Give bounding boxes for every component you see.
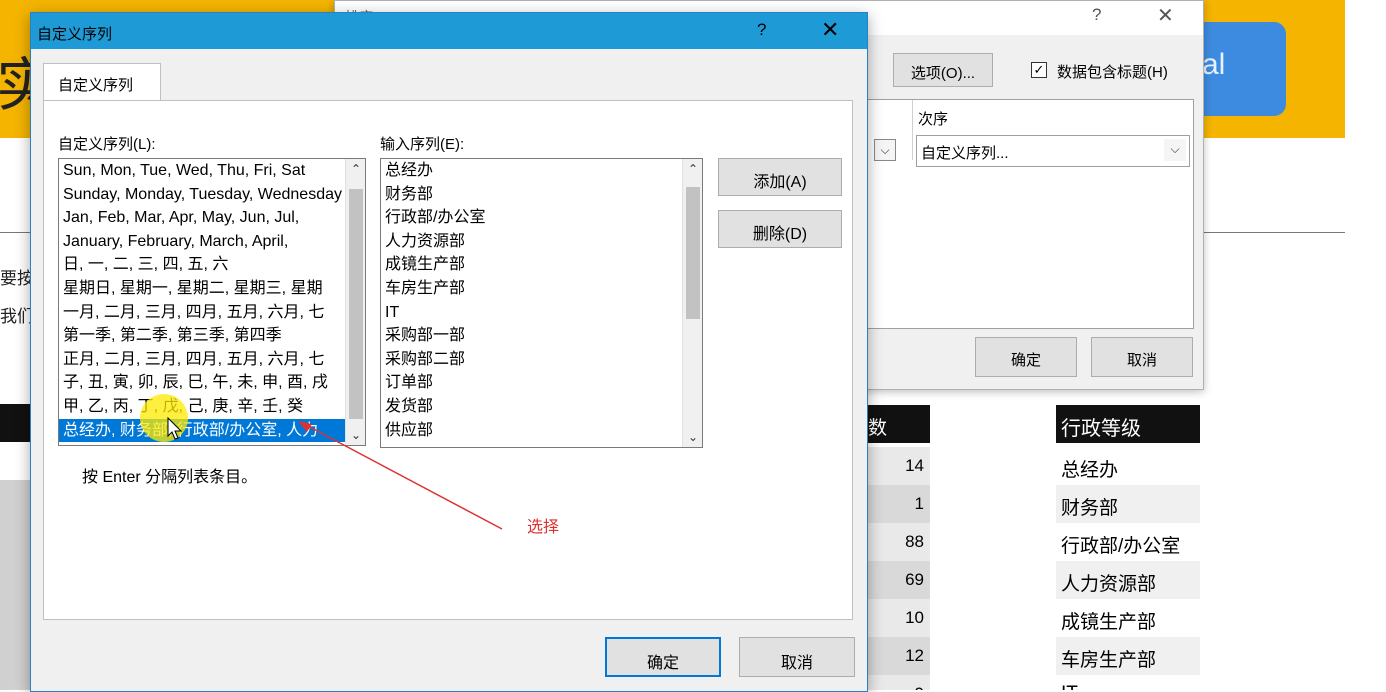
annotation-label: 选择 bbox=[527, 519, 560, 536]
annotation-arrow bbox=[167, 416, 503, 530]
mouse-pointer-icon bbox=[167, 416, 183, 440]
arrow-head bbox=[298, 421, 312, 432]
arrow-line bbox=[305, 424, 503, 530]
